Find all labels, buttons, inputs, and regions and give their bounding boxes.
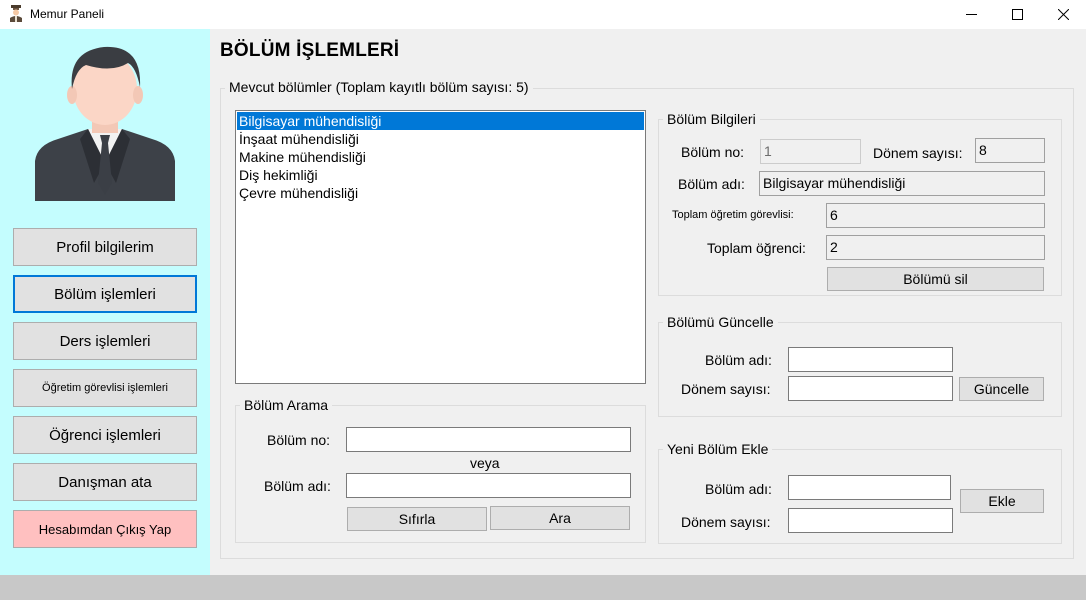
sidebar-item-course-operations[interactable]: Ders işlemleri xyxy=(13,322,197,360)
department-name-label: Bölüm adı: xyxy=(678,176,745,192)
sidebar-item-assign-advisor[interactable]: Danışman ata xyxy=(13,463,197,501)
list-item[interactable]: Diş hekimliği xyxy=(237,166,644,184)
or-label: veya xyxy=(470,455,500,471)
search-name-label: Bölüm adı: xyxy=(264,478,331,494)
department-no-field: 1 xyxy=(760,139,861,164)
button-label: Bölümü sil xyxy=(903,271,968,287)
add-department-label: Yeni Bölüm Ekle xyxy=(663,441,773,457)
button-label: Sıfırla xyxy=(398,511,436,527)
department-search-label: Bölüm Arama xyxy=(240,397,333,413)
reset-button[interactable]: Sıfırla xyxy=(347,507,487,531)
search-name-input[interactable] xyxy=(346,473,631,498)
update-button[interactable]: Güncelle xyxy=(959,377,1044,401)
close-button[interactable] xyxy=(1040,0,1086,29)
term-count-field[interactable]: 8 xyxy=(975,138,1045,163)
total-students-field[interactable]: 2 xyxy=(826,235,1045,260)
button-label: Ara xyxy=(549,510,571,526)
list-item[interactable]: Bilgisayar mühendisliği xyxy=(237,112,644,130)
list-item[interactable]: İnşaat mühendisliği xyxy=(237,130,644,148)
sidebar-item-student-operations[interactable]: Öğrenci işlemleri xyxy=(13,416,197,454)
minimize-button[interactable] xyxy=(948,0,994,29)
list-item[interactable]: Makine mühendisliği xyxy=(237,148,644,166)
logout-button[interactable]: Hesabımdan Çıkış Yap xyxy=(13,510,197,548)
title-bar: Memur Paneli xyxy=(0,0,1086,29)
search-no-label: Bölüm no: xyxy=(267,432,331,448)
sidebar-item-label: Danışman ata xyxy=(58,473,152,491)
department-name-field[interactable]: Bilgisayar mühendisliği xyxy=(759,171,1045,196)
add-button[interactable]: Ekle xyxy=(960,489,1044,513)
existing-departments-label: Mevcut bölümler (Toplam kayıtlı bölüm sa… xyxy=(225,79,533,95)
close-icon xyxy=(1057,9,1069,20)
term-count-label: Dönem sayısı: xyxy=(873,145,963,161)
add-term-label: Dönem sayısı: xyxy=(681,514,771,530)
sidebar-item-profile[interactable]: Profil bilgilerim xyxy=(13,228,197,266)
maximize-icon xyxy=(1011,9,1023,20)
search-no-input[interactable] xyxy=(346,427,631,452)
add-term-input[interactable] xyxy=(788,508,953,533)
minimize-icon xyxy=(965,14,977,15)
sidebar-item-department-operations[interactable]: Bölüm işlemleri xyxy=(13,275,197,313)
sidebar-item-instructor-operations[interactable]: Öğretim görevlisi işlemleri xyxy=(13,369,197,407)
department-no-label: Bölüm no: xyxy=(681,144,745,160)
sidebar-item-label: Öğretim görevlisi işlemleri xyxy=(42,382,168,394)
search-button[interactable]: Ara xyxy=(490,506,630,530)
total-students-label: Toplam öğrenci: xyxy=(707,240,806,256)
window-title: Memur Paneli xyxy=(30,7,105,21)
sidebar: Profil bilgilerim Bölüm işlemleri Ders i… xyxy=(0,29,210,575)
update-name-input[interactable] xyxy=(788,347,953,372)
sidebar-item-label: Bölüm işlemleri xyxy=(54,285,156,303)
sidebar-item-label: Hesabımdan Çıkış Yap xyxy=(38,521,172,537)
add-name-label: Bölüm adı: xyxy=(705,481,772,497)
sidebar-item-label: Ders işlemleri xyxy=(59,332,151,350)
sidebar-item-label: Öğrenci işlemleri xyxy=(49,426,161,444)
button-label: Ekle xyxy=(988,493,1016,509)
update-department-label: Bölümü Güncelle xyxy=(663,314,778,330)
status-bar xyxy=(0,575,1086,600)
total-instructors-field[interactable]: 6 xyxy=(826,203,1045,228)
department-info-label: Bölüm Bilgileri xyxy=(663,111,760,127)
button-label: Güncelle xyxy=(973,381,1030,397)
update-term-input[interactable] xyxy=(788,376,953,401)
list-item[interactable]: Çevre mühendisliği xyxy=(237,184,644,202)
officer-icon xyxy=(10,5,22,22)
update-name-label: Bölüm adı: xyxy=(705,352,772,368)
department-list[interactable]: Bilgisayar mühendisliği İnşaat mühendisl… xyxy=(235,110,646,384)
delete-department-button[interactable]: Bölümü sil xyxy=(827,267,1044,291)
page-title: BÖLÜM İŞLEMLERİ xyxy=(220,40,400,61)
total-instructors-label: Toplam öğretim görevlisi: xyxy=(672,209,794,221)
update-term-label: Dönem sayısı: xyxy=(681,381,771,397)
add-name-input[interactable] xyxy=(788,475,951,500)
sidebar-item-label: Profil bilgilerim xyxy=(56,238,154,256)
user-avatar-icon xyxy=(35,46,175,201)
maximize-button[interactable] xyxy=(994,0,1040,29)
